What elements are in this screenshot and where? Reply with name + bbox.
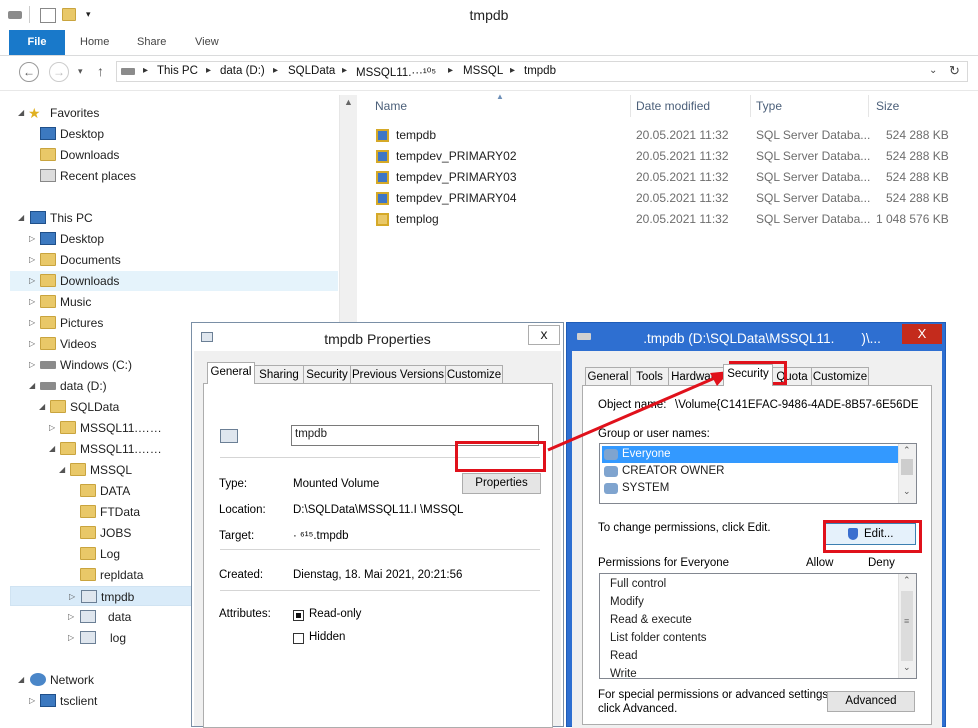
tab-security[interactable]: Security (723, 364, 773, 386)
tab-general[interactable]: General (207, 362, 255, 384)
annotation-arrow (547, 371, 730, 452)
